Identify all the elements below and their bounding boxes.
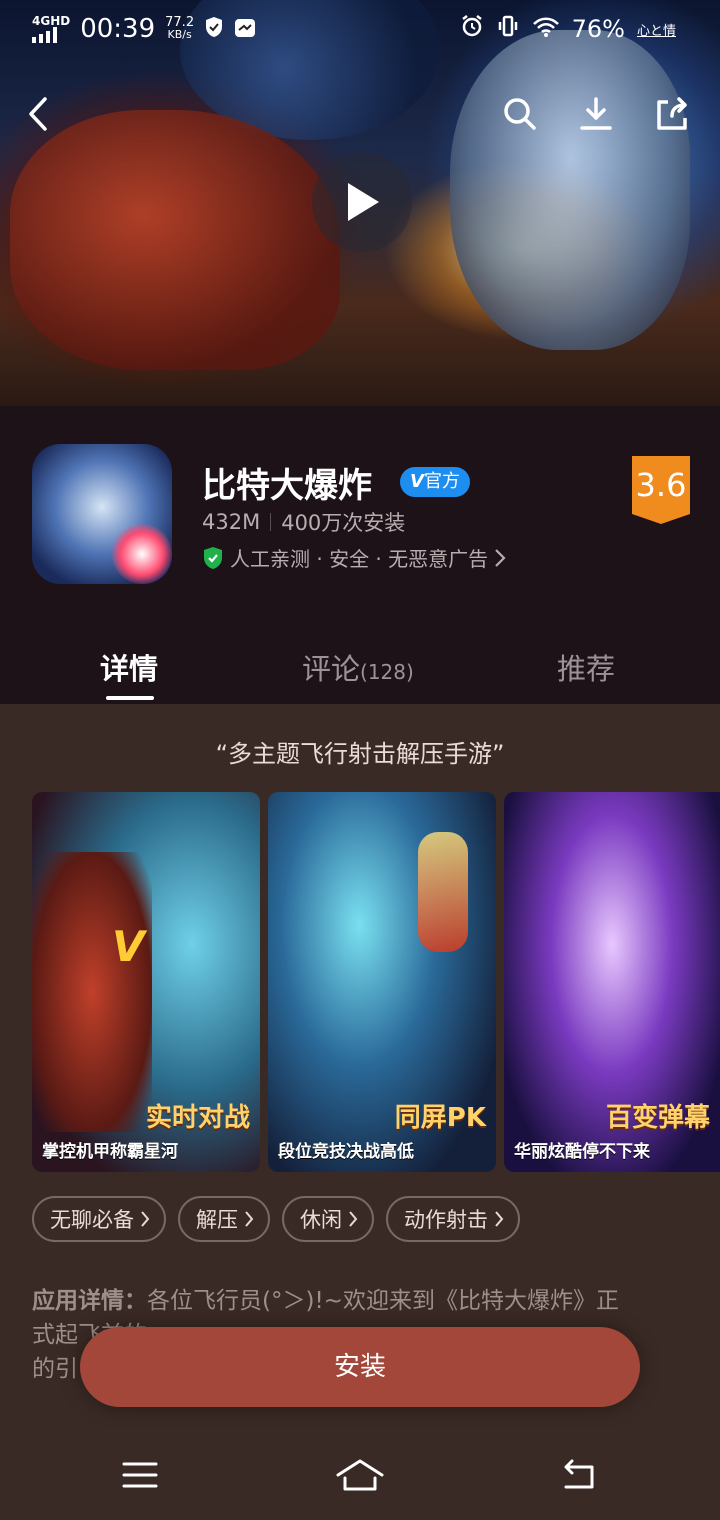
chevron-right-icon (495, 548, 506, 567)
download-icon (580, 97, 612, 130)
net-speed: 77.2 KB/s (165, 16, 194, 41)
tab-bar: 详情 评论(128) 推荐 (0, 636, 720, 704)
app-icon (32, 444, 172, 584)
screenshot-caption-big: 实时对战 (145, 1103, 250, 1133)
speed-unit: KB/s (167, 28, 192, 41)
meta-divider (270, 513, 272, 531)
tag-label: 无聊必备 (50, 1208, 134, 1232)
tag-chip[interactable]: 动作射击 (386, 1196, 520, 1242)
screenshot-caption-small: 掌控机甲称霸星河 (42, 1142, 178, 1162)
tab-reviews-label: 评论 (302, 652, 361, 686)
status-bar: 4GHD 00:39 77.2 KB/s 76% 心と情 (0, 0, 720, 64)
safety-info[interactable]: 人工亲测 · 安全 · 无恶意广告 (202, 543, 506, 572)
play-video-button[interactable] (312, 152, 412, 252)
system-nav-bar (0, 1430, 720, 1520)
tab-recommend-label: 推荐 (557, 652, 616, 686)
home-button[interactable] (330, 1450, 390, 1500)
chevron-right-icon (141, 1211, 150, 1227)
alarm-icon (460, 14, 484, 44)
screenshot-carousel[interactable]: V 实时对战 掌控机甲称霸星河 同屏PK 段位竞技决战高低 百变弹幕 华丽炫酷停… (32, 792, 720, 1172)
back-button[interactable] (14, 90, 62, 138)
menu-button[interactable] (110, 1450, 170, 1500)
app-icon-flare (112, 524, 172, 584)
screenshot-1-mech-left (32, 852, 152, 1132)
screenshot-2[interactable]: 同屏PK 段位竞技决战高低 (268, 792, 496, 1172)
tag-chip[interactable]: 无聊必备 (32, 1196, 166, 1242)
active-tab-indicator (106, 696, 154, 700)
screenshot-1[interactable]: V 实时对战 掌控机甲称霸星河 (32, 792, 260, 1172)
carrier-tag: 心と情 (636, 23, 676, 39)
description-label: 应用详情： (32, 1288, 147, 1314)
verified-icon: V (410, 471, 424, 492)
signal-icon: 4GHD (32, 15, 70, 43)
app-meta: 432M 400万次安装 (202, 507, 405, 537)
description-line-1: 各位飞行员(°＞)!~欢迎来到《比特大爆炸》正 (147, 1288, 619, 1314)
tag-label: 休闲 (300, 1208, 342, 1232)
screenshot-2-laser (418, 832, 468, 952)
chevron-right-icon (349, 1211, 358, 1227)
app-name: 比特大爆炸 (202, 466, 372, 506)
wifi-icon (532, 15, 560, 44)
app-size: 432M (202, 510, 261, 534)
tab-details[interactable]: 详情 (100, 646, 158, 688)
menu-icon (122, 1462, 158, 1488)
screenshot-caption-small: 段位竞技决战高低 (278, 1142, 414, 1162)
vs-mark: V (112, 922, 145, 971)
tag-list: 无聊必备 解压 休闲 动作射击 (32, 1196, 520, 1242)
search-icon (504, 98, 536, 130)
install-count: 400万次安装 (281, 511, 406, 535)
share-button[interactable] (648, 90, 696, 138)
nav-back-button[interactable] (548, 1450, 608, 1500)
back-arrow-icon (29, 97, 47, 131)
official-badge: V官方 (400, 467, 470, 497)
hero-robot-right (450, 30, 690, 350)
app-slogan: “多主题飞行射击解压手游” (215, 740, 505, 768)
tab-reviews-count: (128) (360, 660, 414, 684)
screenshot-caption-big: 百变弹幕 (605, 1103, 710, 1133)
search-button[interactable] (496, 90, 544, 138)
official-badge-label: 官方 (423, 471, 460, 492)
screenshot-caption-big: 同屏PK (394, 1103, 486, 1133)
safety-shield-icon (204, 546, 222, 569)
screenshot-3[interactable]: 百变弹幕 华丽炫酷停不下来 (504, 792, 720, 1172)
tab-reviews[interactable]: 评论(128) (302, 646, 414, 688)
screenshot-caption-small: 华丽炫酷停不下来 (514, 1142, 650, 1162)
message-icon (234, 15, 256, 44)
app-info-section: 比特大爆炸 V官方 432M 400万次安装 人工亲测 · 安全 · 无恶意广告… (0, 406, 720, 704)
install-button[interactable]: 安装 (80, 1327, 640, 1407)
return-icon (564, 1459, 594, 1489)
battery-level: 76% (571, 15, 625, 43)
tag-label: 动作射击 (404, 1208, 488, 1232)
home-icon (336, 1459, 384, 1491)
chevron-right-icon (245, 1211, 254, 1227)
rating-badge: 3.6 (632, 456, 690, 524)
chevron-right-icon (495, 1211, 504, 1227)
share-icon (657, 97, 687, 130)
tab-recommend[interactable]: 推荐 (557, 646, 615, 688)
safety-text: 人工亲测 · 安全 · 无恶意广告 (230, 547, 489, 571)
hero-robot-left (10, 110, 340, 370)
tag-chip[interactable]: 休闲 (282, 1196, 374, 1242)
shield-icon (204, 15, 224, 44)
play-icon (348, 183, 379, 221)
tab-details-label: 详情 (100, 652, 159, 686)
clock: 00:39 (80, 14, 156, 44)
tag-label: 解压 (196, 1208, 238, 1232)
network-type: 4GHD (32, 14, 71, 28)
download-manager-button[interactable] (572, 90, 620, 138)
tag-chip[interactable]: 解压 (178, 1196, 270, 1242)
vibrate-icon (496, 14, 520, 44)
